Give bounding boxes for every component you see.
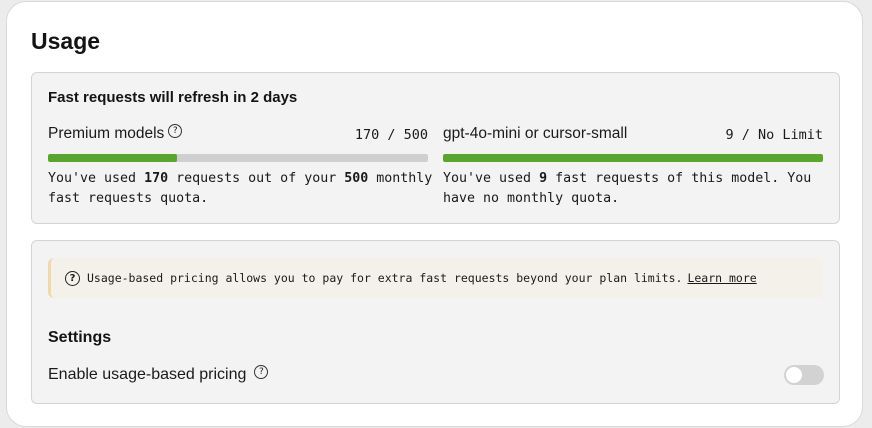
premium-limit-value: 500 [344, 171, 369, 186]
usage-panel: Fast requests will refresh in 2 days Pre… [31, 72, 840, 224]
page-title: Usage [31, 28, 101, 54]
help-icon[interactable]: ? [254, 365, 269, 379]
small-models-count: 9 / No Limit [725, 127, 823, 143]
premium-models-count: 170 / 500 [354, 127, 428, 143]
usage-pricing-toggle[interactable] [784, 365, 824, 385]
premium-progress-fill [48, 154, 178, 162]
toggle-knob [786, 367, 802, 383]
pricing-panel: ? Usage-based pricing allows you to pay … [31, 240, 840, 404]
premium-models-meter: Premium models ? 170 / 500 You've used 1… [48, 124, 432, 206]
small-progress-track [443, 154, 823, 162]
small-models-label: gpt-4o-mini or cursor-small [443, 125, 628, 142]
usage-pricing-notice: ? Usage-based pricing allows you to pay … [48, 258, 823, 298]
question-circle-icon: ? [65, 270, 80, 286]
learn-more-link[interactable]: Learn more [687, 271, 756, 285]
refresh-heading: Fast requests will refresh in 2 days [48, 89, 298, 106]
premium-models-label: Premium models [48, 125, 165, 142]
usage-pricing-setting-row: Enable usage-based pricing ? [48, 365, 824, 387]
small-progress-fill [443, 154, 823, 162]
usage-card: Usage Fast requests will refresh in 2 da… [6, 1, 863, 427]
premium-usage-description: You've used 170 requests out of your 500… [48, 171, 433, 206]
help-icon[interactable]: ? [168, 124, 183, 138]
small-models-meter: gpt-4o-mini or cursor-small 9 / No Limit… [443, 125, 823, 206]
small-used-value: 9 [539, 171, 548, 186]
small-usage-description: You've used 9 fast requests of this mode… [443, 171, 812, 206]
premium-progress-track [48, 154, 428, 162]
premium-used-value: 170 [144, 171, 169, 186]
notice-text: Usage-based pricing allows you to pay fo… [87, 271, 683, 285]
toggle-label: Enable usage-based pricing [48, 366, 247, 383]
settings-heading: Settings [48, 329, 112, 346]
